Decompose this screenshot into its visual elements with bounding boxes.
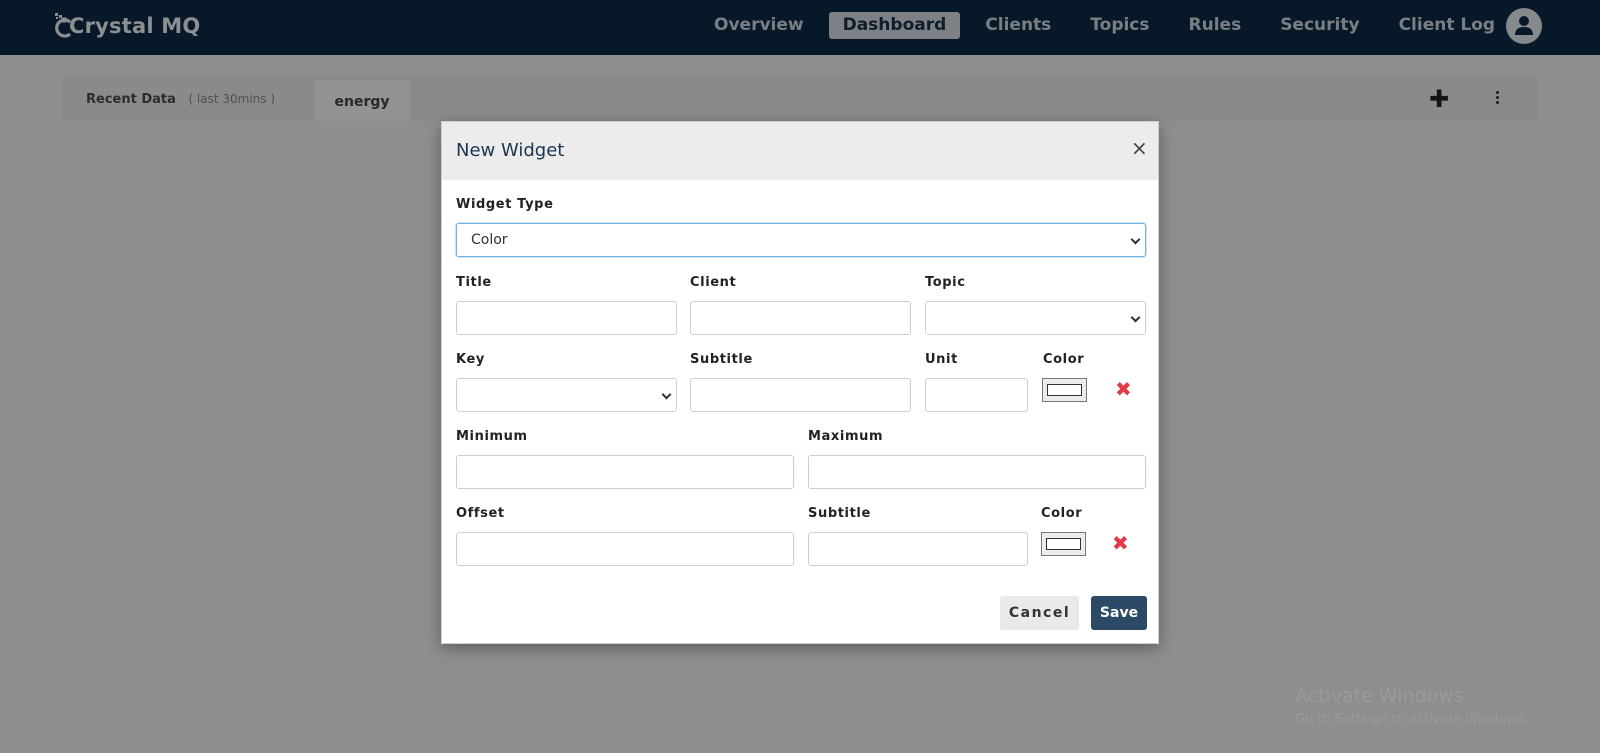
widget-type-select[interactable]: Color — [456, 223, 1146, 257]
new-widget-modal: New Widget × Widget Type Color Title Cli… — [441, 121, 1159, 644]
maximum-label: Maximum — [808, 429, 884, 444]
delete-offset-row-icon[interactable]: ✖ — [1112, 533, 1129, 553]
key-select[interactable] — [456, 378, 677, 412]
topic-label: Topic — [925, 275, 966, 290]
close-icon[interactable]: × — [1131, 138, 1148, 158]
subtitle-input[interactable] — [690, 378, 911, 412]
offset-label: Offset — [456, 506, 505, 521]
chevron-down-icon — [1130, 234, 1141, 245]
offset-color-picker[interactable] — [1041, 532, 1086, 556]
activate-windows-title: Activate Windows — [1295, 685, 1464, 707]
color-label: Color — [1043, 352, 1085, 367]
chevron-down-icon — [1130, 312, 1141, 323]
save-button[interactable]: Save — [1091, 596, 1147, 630]
modal-title: New Widget — [456, 140, 565, 161]
client-label: Client — [690, 275, 737, 290]
unit-input[interactable] — [925, 378, 1028, 412]
title-input[interactable] — [456, 301, 677, 335]
title-label: Title — [456, 275, 492, 290]
key-label: Key — [456, 352, 485, 367]
minimum-label: Minimum — [456, 429, 528, 444]
cancel-button[interactable]: Cancel — [1000, 596, 1079, 630]
widget-type-value: Color — [471, 232, 508, 248]
topic-select[interactable] — [925, 301, 1146, 335]
offset-color-label: Color — [1041, 506, 1083, 521]
widget-type-label: Widget Type — [456, 197, 554, 212]
delete-row-icon[interactable]: ✖ — [1115, 379, 1132, 399]
client-input[interactable] — [690, 301, 911, 335]
activate-windows-subtitle: Go to Settings to activate Windows. — [1295, 712, 1528, 727]
modal-header: New Widget × — [442, 122, 1158, 180]
offset-subtitle-label: Subtitle — [808, 506, 871, 521]
color-picker[interactable] — [1042, 378, 1087, 402]
minimum-input[interactable] — [456, 455, 794, 489]
maximum-input[interactable] — [808, 455, 1146, 489]
chevron-down-icon — [661, 389, 672, 400]
offset-input[interactable] — [456, 532, 794, 566]
unit-label: Unit — [925, 352, 958, 367]
subtitle-label: Subtitle — [690, 352, 753, 367]
offset-subtitle-input[interactable] — [808, 532, 1028, 566]
